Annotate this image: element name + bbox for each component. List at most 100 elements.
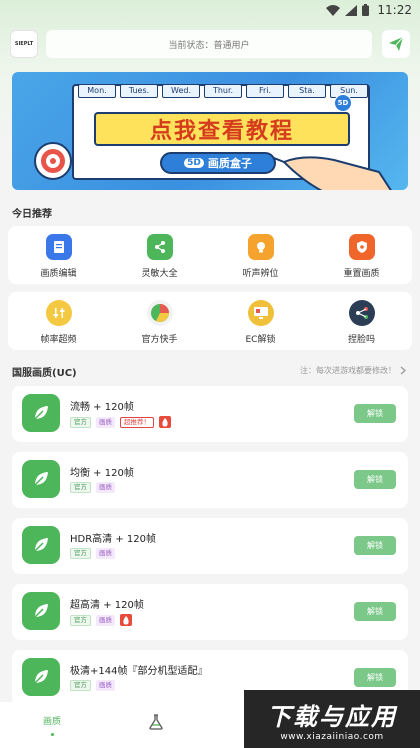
top-bar: SIEPLT 当前状态：普通用户 (0, 30, 420, 60)
preset-card[interactable]: 流畅 + 120帧 官方 画质 超推荐！ 解锁 (12, 386, 408, 442)
quality-tag: 画质 (96, 482, 115, 493)
chevron-right-icon (400, 366, 406, 375)
banner-subtitle: 画质盒子 (207, 157, 252, 170)
nav-tab-label: 画质 (42, 717, 61, 727)
signal-icon (345, 4, 358, 16)
leaf-icon (22, 526, 60, 564)
target-icon (34, 142, 72, 180)
grid-item-quality-edit[interactable]: 画质编辑 (8, 226, 109, 284)
banner-day-row: Mon. Tues. Wed. Thur. Fri. Sta. Sun. (78, 84, 368, 98)
leaf-icon (22, 592, 60, 630)
grid-label: EC解锁 (245, 335, 276, 345)
status-bar: 11:22 (0, 0, 420, 22)
pie-chart-icon (146, 300, 173, 326)
connect-icon (348, 300, 375, 326)
grid-label: 重置画质 (343, 269, 380, 279)
status-icons: 11:22 (326, 3, 412, 17)
send-button[interactable] (382, 30, 410, 58)
quality-tag: 画质 (96, 548, 115, 559)
quality-tag: 画质 (96, 614, 115, 626)
banner-title: 点我查看教程 (149, 119, 294, 144)
unlock-button[interactable]: 解锁 (354, 470, 396, 489)
day-chip: Sta. (288, 84, 326, 98)
grid-label: 听声辨位 (242, 269, 279, 279)
subtitle-5d-badge: 5D (184, 158, 204, 168)
leaf-icon (22, 460, 60, 498)
preset-title: HDR高清 + 120帧 (70, 534, 156, 545)
pointing-hand-icon (274, 156, 392, 190)
today-section-title: 今日推荐 (12, 209, 52, 220)
active-indicator (50, 733, 54, 736)
watermark-main: 下载与应用 (267, 702, 397, 731)
nav-tab-quality[interactable]: 画质 (0, 702, 104, 748)
preset-card[interactable]: HDR高清 + 120帧 官方 画质 解锁 (12, 518, 408, 574)
day-chip: Thur. (204, 84, 242, 98)
official-tag: 官方 (70, 548, 91, 559)
recommend-tag: 超推荐！ (120, 416, 154, 428)
grid-label: 官方快手 (141, 335, 178, 345)
battery-icon (362, 4, 370, 16)
preset-title: 极清+144帧『部分机型适配』 (70, 666, 208, 677)
day-chip: Tues. (120, 84, 158, 98)
fire-icon (120, 614, 132, 626)
preset-card[interactable]: 超高清 + 120帧 官方 画质 解锁 (12, 584, 408, 640)
logo-text: SIEPLT (14, 41, 34, 47)
leaf-icon (22, 658, 60, 696)
official-tag: 官方 (70, 482, 91, 493)
user-status-field[interactable]: 当前状态：普通用户 (46, 30, 372, 58)
grid-item-fps-boost[interactable]: 帧率超频 (8, 292, 109, 350)
grid-label: 灵敏大全 (141, 269, 178, 279)
unlock-button[interactable]: 解锁 (354, 602, 396, 621)
status-time: 11:22 (377, 3, 412, 17)
presets-section-note: 注：每次进游戏都要修改！ (300, 365, 406, 376)
grid-item-official-kuaishou[interactable]: 官方快手 (109, 292, 210, 350)
grid-item-reset-quality[interactable]: 重置画质 (311, 226, 412, 284)
shield-icon (348, 234, 375, 260)
banner-5d-badge: 5D (334, 94, 352, 112)
recommend-grid-row2: 帧率超频 官方快手 EC解锁 捏脸吗 (8, 292, 412, 350)
preset-title: 超高清 + 120帧 (70, 600, 144, 611)
grid-item-face-pinch[interactable]: 捏脸吗 (311, 292, 412, 350)
presets-note-text: 注：每次进游戏都要修改！ (300, 366, 396, 375)
send-icon (389, 36, 404, 51)
presets-section-title: 国服画质(UC) (12, 368, 77, 379)
official-tag: 官方 (70, 416, 91, 428)
official-tag: 官方 (70, 614, 91, 626)
flask-icon (149, 714, 163, 730)
share-icon (146, 234, 173, 260)
preset-tags: 官方 画质 (70, 548, 115, 559)
sliders-icon (45, 300, 72, 326)
grid-label: 帧率超频 (40, 335, 77, 345)
quality-tag: 画质 (96, 416, 115, 428)
unlock-button[interactable]: 解锁 (354, 536, 396, 555)
site-watermark: 下载与应用 www.xiazaiiniao.com (244, 690, 420, 748)
day-chip: Fri. (246, 84, 284, 98)
preset-tags: 官方 画质 (70, 680, 115, 691)
watermark-sub: www.xiazaiiniao.com (280, 731, 384, 742)
grid-item-sound-locate[interactable]: 听声辨位 (210, 226, 311, 284)
preset-card[interactable]: 均衡 + 120帧 官方 画质 解锁 (12, 452, 408, 508)
tutorial-banner[interactable]: Mon. Tues. Wed. Thur. Fri. Sta. Sun. 5D … (12, 72, 408, 190)
recommend-grid-row1: 画质编辑 灵敏大全 听声辨位 重置画质 (8, 226, 412, 284)
leaf-icon (22, 394, 60, 432)
grid-label: 捏脸吗 (347, 335, 375, 345)
preset-title: 流畅 + 120帧 (70, 402, 134, 413)
preset-tags: 官方 画质 (70, 614, 132, 626)
app-logo[interactable]: SIEPLT (10, 30, 38, 58)
lightbulb-icon (247, 234, 274, 260)
edit-doc-icon (45, 234, 72, 260)
preset-title: 均衡 + 120帧 (70, 468, 134, 479)
grid-item-ec-unlock[interactable]: EC解锁 (210, 292, 311, 350)
day-chip: Wed. (162, 84, 200, 98)
grid-item-sensitivity[interactable]: 灵敏大全 (109, 226, 210, 284)
wifi-icon (326, 4, 341, 16)
monitor-icon (247, 300, 274, 326)
unlock-button[interactable]: 解锁 (354, 668, 396, 687)
unlock-button[interactable]: 解锁 (354, 404, 396, 423)
day-chip: Mon. (78, 84, 116, 98)
preset-tags: 官方 画质 超推荐！ (70, 416, 171, 428)
grid-label: 画质编辑 (40, 269, 77, 279)
preset-tags: 官方 画质 (70, 482, 115, 493)
nav-tab-lab[interactable] (104, 702, 208, 748)
banner-subtitle-box: 5D 画质盒子 (160, 152, 276, 174)
